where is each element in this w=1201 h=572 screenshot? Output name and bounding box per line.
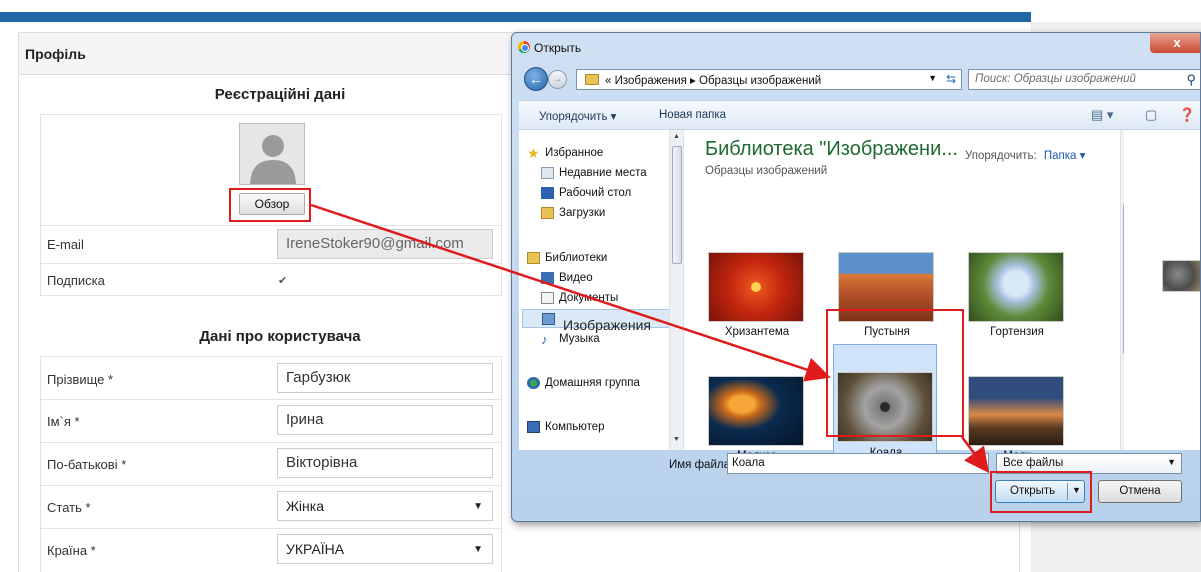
annotation-arrows: [310, 203, 989, 473]
arrow-to-koala: [310, 203, 831, 382]
screenshot: Профіль Реєстраційні дані Обзор E-mail I…: [0, 0, 1201, 572]
arrow-to-open-button: [961, 436, 989, 473]
